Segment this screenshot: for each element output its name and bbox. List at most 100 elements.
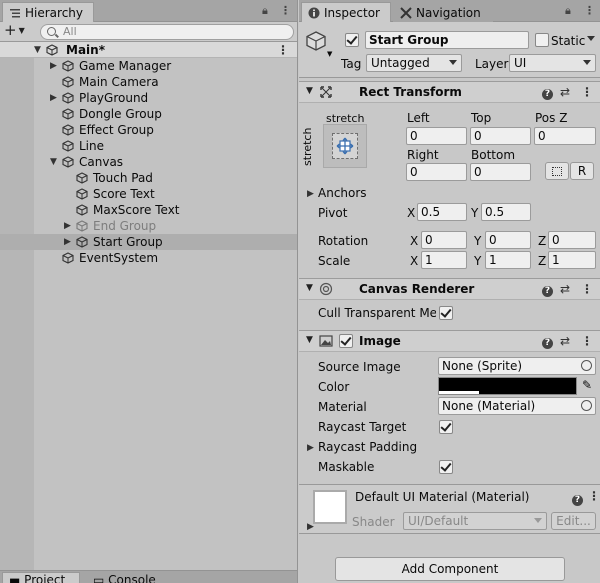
raw-edit-button[interactable]: R [570,162,594,180]
raycast-target-checkbox[interactable] [439,420,453,434]
lock-icon[interactable]: 🔒︎ [262,4,268,18]
help-icon[interactable]: ? [572,491,583,506]
help-icon[interactable]: ? [542,85,553,100]
help-icon[interactable]: ? [542,282,553,297]
scale-y-input[interactable]: 1 [485,251,531,269]
posz-input[interactable]: 0 [534,127,596,145]
hierarchy-item[interactable]: Effect Group [0,122,297,138]
rot-z-input[interactable]: 0 [548,231,596,249]
scale-x-input[interactable]: 1 [421,251,467,269]
tab-hierarchy[interactable]: Hierarchy [2,2,94,22]
hierarchy-item-label: MaxScore Text [93,203,180,217]
expand-arrow-icon[interactable]: ▶ [64,234,74,250]
layer-value: UI [514,56,527,70]
collapse-arrow-icon[interactable]: ▼ [306,86,313,96]
caret-down-icon[interactable]: ▼ [327,50,332,58]
pivot-y-input[interactable]: 0.5 [481,203,531,221]
pivot-y-label: Y [471,206,479,220]
hierarchy-item[interactable]: ▶ End Group [0,218,297,234]
info-icon [308,7,320,19]
active-checkbox[interactable] [345,33,359,47]
anchors-expand-icon[interactable]: ▶ [307,189,314,199]
hierarchy-item[interactable]: ▼ Canvas [0,154,297,170]
expand-arrow-icon[interactable]: ▶ [50,90,60,106]
collapse-arrow-icon[interactable]: ▼ [306,283,313,293]
hierarchy-item[interactable]: ▶ PlayGround [0,90,297,106]
rot-x-input[interactable]: 0 [421,231,467,249]
static-caret-icon[interactable] [587,36,595,41]
object-name-input[interactable]: Start Group [365,31,529,49]
help-icon[interactable]: ? [542,334,553,349]
hierarchy-item[interactable]: Line [0,138,297,154]
pivot-x-input[interactable]: 0.5 [417,203,467,221]
gameobject-icon [76,204,88,216]
material-menu-icon[interactable]: ⋮ [588,489,600,503]
alpha-bar [439,391,479,394]
edit-shader-button[interactable]: Edit... [551,512,596,530]
kebab-menu-icon[interactable]: ⋮ [280,4,291,17]
component-menu-icon[interactable]: ⋮ [581,85,593,99]
tab-inspector[interactable]: Inspector [301,2,391,22]
hierarchy-item[interactable]: EventSystem [0,250,297,266]
rot-y-input[interactable]: 0 [485,231,531,249]
image-header[interactable]: ▼ Image ? ⇄ ⋮ [299,330,600,352]
hierarchy-item-label: End Group [93,219,157,233]
add-component-button[interactable]: Add Component [335,557,565,581]
scene-kebab-icon[interactable]: ⋮ [277,42,289,58]
left-input[interactable]: 0 [406,127,467,145]
collapse-arrow-icon[interactable]: ▼ [50,154,60,170]
component-menu-icon[interactable]: ⋮ [581,334,593,348]
expand-arrow-icon[interactable]: ▶ [50,58,60,74]
material-expand-icon[interactable]: ▶ [307,522,314,532]
source-image-field[interactable]: None (Sprite) [438,357,596,375]
preset-icon[interactable]: ⇄ [560,282,570,296]
top-input[interactable]: 0 [470,127,531,145]
component-menu-icon[interactable]: ⋮ [581,282,593,296]
anchor-presets-button[interactable] [323,124,367,168]
scale-z-input[interactable]: 1 [548,251,596,269]
expand-arrow-icon[interactable]: ▶ [64,218,74,234]
layer-dropdown[interactable]: UI [509,54,596,72]
blueprint-mode-button[interactable] [545,162,569,180]
preset-icon[interactable]: ⇄ [560,334,570,348]
hierarchy-item[interactable]: MaxScore Text [0,202,297,218]
hierarchy-item[interactable]: Score Text [0,186,297,202]
lock-icon[interactable]: 🔒︎ [565,4,571,18]
right-input[interactable]: 0 [406,163,467,181]
create-button[interactable]: + ▼ [4,23,34,40]
kebab-menu-icon[interactable]: ⋮ [584,4,595,17]
maskable-checkbox[interactable] [439,460,453,474]
expand-arrow-icon[interactable]: ▼ [34,42,44,58]
material-value: None (Material) [442,399,536,413]
canvas-renderer-header[interactable]: ▼ Canvas Renderer ? ⇄ ⋮ [299,278,600,300]
raycast-padding-expand-icon[interactable]: ▶ [307,443,314,453]
rect-transform-header[interactable]: ▼ Rect Transform ? ⇄ ⋮ [299,81,600,103]
search-input[interactable]: All [40,24,294,40]
preset-icon[interactable]: ⇄ [560,85,570,99]
gameobject-cube-icon[interactable] [305,30,327,52]
shader-dropdown[interactable]: UI/Default [403,512,547,530]
tab-navigation[interactable]: Navigation [393,2,493,22]
tab-console[interactable]: ▭ Console [86,572,176,583]
object-picker-icon[interactable] [581,360,592,371]
object-picker-icon[interactable] [581,400,592,411]
list-icon [10,9,20,18]
color-swatch[interactable] [438,377,577,395]
static-checkbox[interactable] [535,33,549,47]
hierarchy-item[interactable]: Main Camera [0,74,297,90]
hierarchy-item[interactable]: Touch Pad [0,170,297,186]
hierarchy-item[interactable]: ▶ Start Group [0,234,297,250]
collapse-arrow-icon[interactable]: ▼ [306,335,313,345]
scene-row[interactable]: ▼ Main* ⋮ [0,42,297,58]
bottom-input[interactable]: 0 [470,163,531,181]
image-enabled-checkbox[interactable] [339,334,353,348]
eyedropper-icon[interactable]: ✎ [582,378,592,392]
hierarchy-item[interactable]: ▶ Game Manager [0,58,297,74]
left-label: Left [407,111,430,125]
tab-project[interactable]: ▬ Project [2,572,80,583]
bottom-label: Bottom [471,148,516,162]
material-field[interactable]: None (Material) [438,397,596,415]
hierarchy-item[interactable]: Dongle Group [0,106,297,122]
tag-dropdown[interactable]: Untagged [366,54,462,72]
cull-transparent-checkbox[interactable] [439,306,453,320]
